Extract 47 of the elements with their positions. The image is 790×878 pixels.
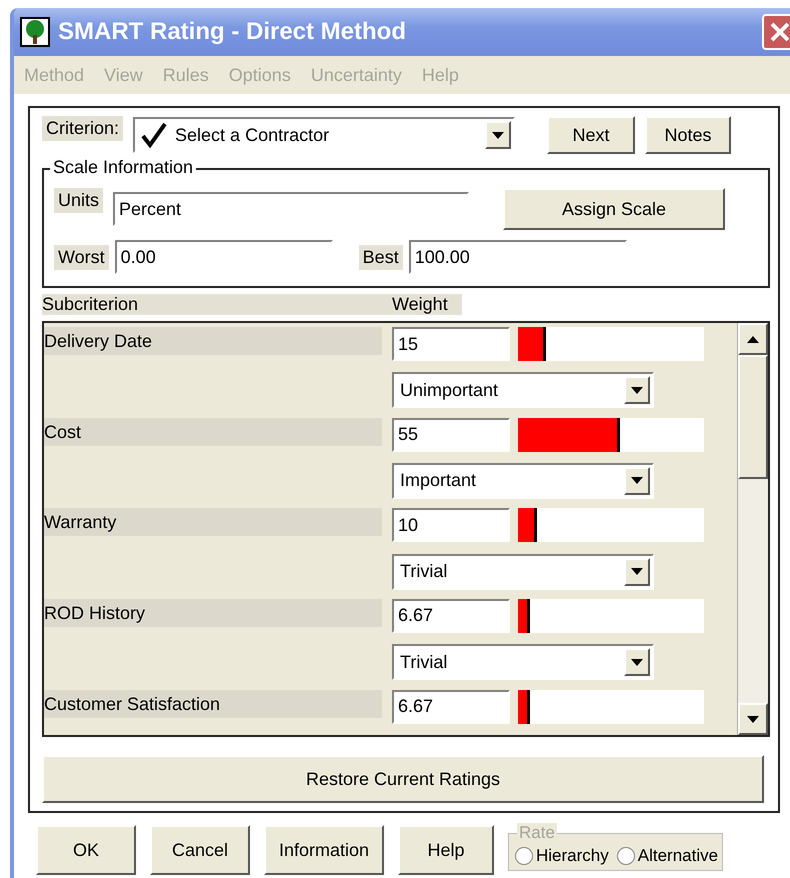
- notes-button[interactable]: Notes: [645, 116, 732, 154]
- window-title: SMART Rating - Direct Method: [58, 18, 407, 46]
- importance-dropdown[interactable]: Important: [392, 462, 654, 499]
- units-field[interactable]: Percent: [113, 192, 470, 226]
- rate-radio[interactable]: Hierarchy: [515, 846, 609, 866]
- assign-scale-button[interactable]: Assign Scale: [503, 188, 726, 230]
- column-header: Weight: [392, 294, 462, 315]
- weight-field[interactable]: 15: [392, 327, 510, 361]
- close-icon: [769, 21, 790, 43]
- caret-icon: [631, 477, 643, 484]
- weight-field[interactable]: 55: [392, 418, 510, 452]
- rate-radio[interactable]: Alternative: [616, 846, 718, 866]
- dialog-button[interactable]: Information: [264, 825, 384, 875]
- subcriterion-name: Delivery Date: [44, 327, 382, 355]
- dialog-button[interactable]: Cancel: [150, 825, 250, 875]
- up-arrow-icon: [747, 336, 759, 342]
- caret-icon: [631, 568, 643, 576]
- criterion-dropdown[interactable]: Select a Contractor: [133, 117, 516, 153]
- dialog-button[interactable]: OK: [36, 825, 136, 875]
- criterion-value: Select a Contractor: [175, 124, 330, 146]
- worst-label: Worst: [54, 244, 109, 270]
- importance-dropdown[interactable]: Unimportant: [392, 372, 654, 408]
- tree-icon: [20, 17, 50, 47]
- caret-icon: [631, 386, 643, 394]
- column-header: Subcriterion: [42, 294, 392, 315]
- best-label: Best: [358, 244, 403, 270]
- scrollbar[interactable]: [737, 323, 768, 735]
- weight-field[interactable]: 6.67: [392, 690, 510, 724]
- subcriterion-name: Warranty: [44, 508, 382, 536]
- caret-icon: [492, 132, 504, 138]
- importance-dropdown[interactable]: Trivial: [392, 554, 654, 590]
- criterion-label: Criterion:: [42, 116, 124, 141]
- close-button[interactable]: [762, 14, 790, 50]
- next-button[interactable]: Next: [547, 116, 636, 154]
- restore-ratings-button[interactable]: Restore Current Ratings: [42, 755, 764, 803]
- subcriterion-name: Cost: [44, 418, 382, 446]
- dialog-button[interactable]: Help: [398, 825, 494, 875]
- units-label: Units: [54, 188, 104, 213]
- subcriterion-name: ROD History: [44, 598, 382, 627]
- weight-field[interactable]: 6.67: [392, 598, 510, 633]
- caret-icon: [747, 716, 759, 722]
- caret-icon: [631, 658, 643, 666]
- subcriterion-name: Customer Satisfaction: [44, 690, 382, 718]
- weight-field[interactable]: 10: [392, 508, 510, 542]
- importance-dropdown[interactable]: Trivial: [392, 644, 654, 680]
- best-field[interactable]: 100.00: [408, 240, 627, 274]
- worst-field[interactable]: 0.00: [114, 240, 333, 274]
